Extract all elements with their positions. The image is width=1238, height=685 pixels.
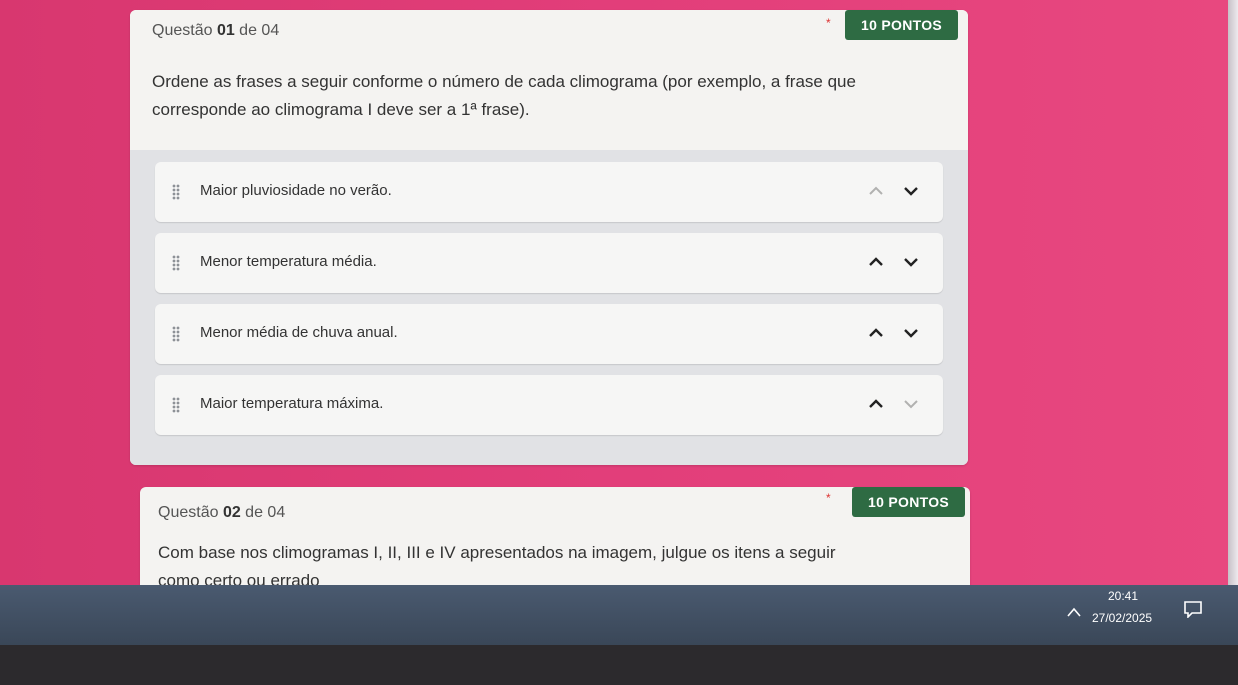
required-mark: * bbox=[826, 491, 831, 505]
show-hidden-icons-icon[interactable] bbox=[1066, 605, 1082, 617]
points-badge: 10 PONTOS bbox=[845, 10, 959, 40]
ordering-item[interactable]: Maior pluviosidade no verão. bbox=[155, 162, 943, 222]
chevron-down-icon[interactable] bbox=[900, 322, 922, 344]
ordering-item[interactable]: Maior temperatura máxima. bbox=[155, 375, 943, 435]
question-text-line: Ordene as frases a seguir conforme o núm… bbox=[152, 72, 856, 91]
question-header: Questão 01 de 04 * 10 PONTOS Ordene as f… bbox=[130, 10, 968, 150]
question-card-1: Questão 01 de 04 * 10 PONTOS Ordene as f… bbox=[130, 10, 968, 465]
chevron-down-icon[interactable] bbox=[900, 180, 922, 202]
drag-handle-icon[interactable] bbox=[172, 397, 180, 413]
chevron-down-icon[interactable] bbox=[900, 251, 922, 273]
item-label: Maior pluviosidade no verão. bbox=[200, 182, 392, 199]
chevron-up-icon[interactable] bbox=[865, 322, 887, 344]
chevron-down-icon[interactable] bbox=[900, 393, 922, 415]
question-total: de 04 bbox=[234, 22, 280, 39]
notification-icon[interactable] bbox=[1183, 600, 1203, 619]
clock-date[interactable]: 27/02/2025 bbox=[1092, 611, 1152, 625]
drag-handle-icon[interactable] bbox=[172, 326, 180, 342]
item-label: Menor temperatura média. bbox=[200, 253, 377, 270]
chevron-up-icon[interactable] bbox=[865, 251, 887, 273]
drag-handle-icon[interactable] bbox=[172, 184, 180, 200]
question-number: Questão 02 de 04 bbox=[158, 504, 285, 522]
points-badge: 10 PONTOS bbox=[852, 487, 966, 517]
screen-edge bbox=[1228, 0, 1238, 640]
question-text-line: corresponde ao climograma I deve ser a 1… bbox=[152, 100, 530, 119]
question-index: 02 bbox=[222, 504, 241, 521]
question-prefix: Questão bbox=[158, 504, 223, 521]
question-text: Ordene as frases a seguir conforme o núm… bbox=[152, 68, 856, 124]
chevron-up-icon[interactable] bbox=[865, 393, 887, 415]
question-index: 01 bbox=[216, 22, 235, 39]
taskbar: 20:41 27/02/2025 bbox=[0, 585, 1238, 645]
chevron-up-icon[interactable] bbox=[865, 180, 887, 202]
ordering-item[interactable]: Menor temperatura média. bbox=[155, 233, 943, 293]
question-prefix: Questão bbox=[152, 22, 217, 39]
monitor-bezel bbox=[0, 645, 1238, 685]
item-label: Maior temperatura máxima. bbox=[200, 395, 384, 412]
item-label: Menor média de chuva anual. bbox=[200, 324, 398, 341]
drag-handle-icon[interactable] bbox=[172, 255, 180, 271]
question-text-line: Com base nos climogramas I, II, III e IV… bbox=[158, 543, 836, 562]
ordering-list: Maior pluviosidade no verão. Menor tempe… bbox=[130, 150, 968, 465]
clock-time[interactable]: 20:41 bbox=[1108, 589, 1138, 603]
question-total: de 04 bbox=[240, 504, 286, 521]
ordering-item[interactable]: Menor média de chuva anual. bbox=[155, 304, 943, 364]
question-number: Questão 01 de 04 bbox=[152, 22, 279, 40]
required-mark: * bbox=[826, 16, 831, 30]
